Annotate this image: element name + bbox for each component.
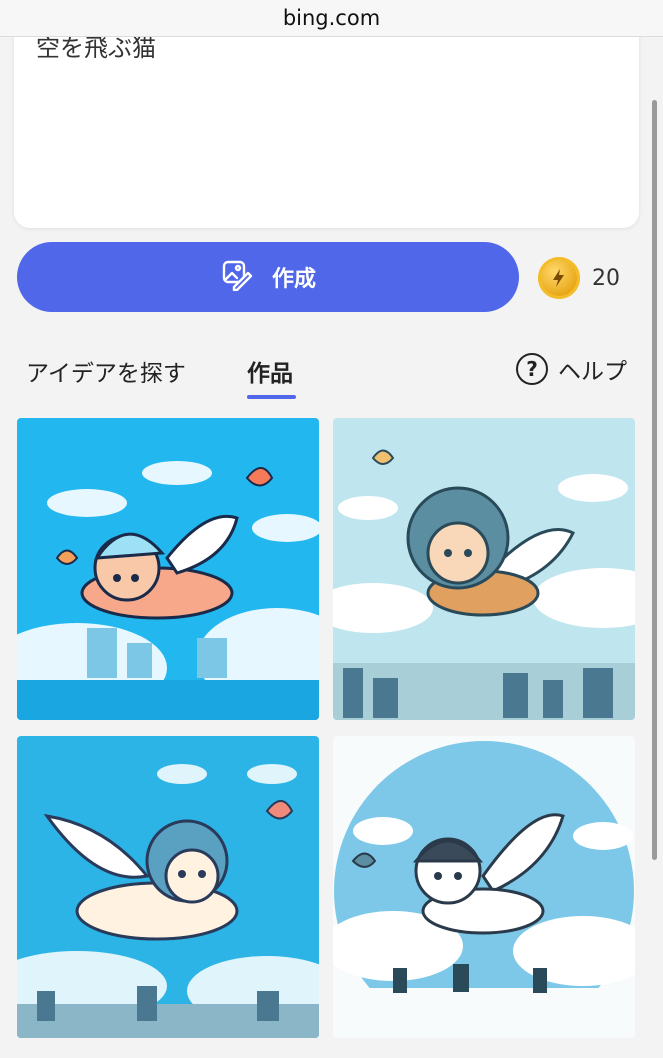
help-button[interactable]: ? ヘルプ: [516, 352, 627, 386]
help-label: ヘルプ: [558, 359, 627, 385]
lightning-coin-icon: [538, 257, 580, 299]
result-image-3[interactable]: [17, 736, 319, 1038]
flying-cat-image-2-icon: [333, 418, 635, 720]
flying-cat-image-1-icon: [17, 418, 319, 720]
create-button[interactable]: 作成: [17, 242, 519, 312]
image-create-icon: [220, 257, 254, 297]
page-scrollbar[interactable]: [652, 100, 657, 860]
tab-bar: アイデアを探す 作品 ? ヘルプ: [0, 340, 663, 400]
prompt-textarea[interactable]: 空を飛ぶ猫: [14, 10, 639, 228]
tab-selected-indicator: [247, 395, 296, 399]
tab-explore-ideas[interactable]: アイデアを探す: [26, 354, 186, 388]
browser-url-bar[interactable]: bing.com: [0, 0, 663, 37]
tab-creations[interactable]: 作品: [247, 354, 293, 388]
result-image-4[interactable]: [333, 736, 635, 1038]
boost-count: 20: [592, 265, 620, 291]
flying-cat-image-4-icon: [333, 736, 635, 1038]
boost-counter[interactable]: 20: [538, 256, 620, 300]
result-image-1[interactable]: [17, 418, 319, 720]
url-text: bing.com: [282, 6, 381, 30]
flying-cat-image-3-icon: [17, 736, 319, 1038]
create-button-label: 作成: [271, 267, 316, 292]
result-image-2[interactable]: [333, 418, 635, 720]
question-icon: ?: [516, 353, 548, 385]
